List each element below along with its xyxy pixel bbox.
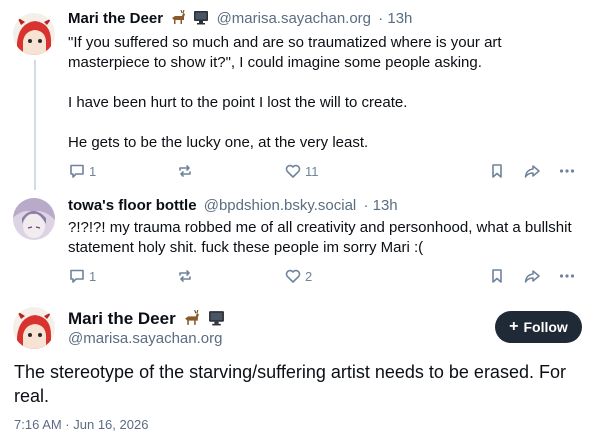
more-options-button[interactable] bbox=[558, 265, 576, 287]
follow-label: Follow bbox=[523, 319, 568, 335]
avatar[interactable] bbox=[13, 198, 55, 240]
main-post-timestamp[interactable]: 7:16 AM · Jun 16, 2026 bbox=[14, 416, 148, 434]
post-paragraph: He gets to be the lucky one, at the very… bbox=[68, 134, 369, 151]
share-icon bbox=[524, 270, 540, 283]
follow-button[interactable]: + Follow bbox=[495, 311, 582, 343]
like-count: 2 bbox=[305, 268, 313, 284]
post-paragraph: ?!?!?! my trauma robbed me of all creati… bbox=[68, 219, 572, 256]
reply-icon bbox=[70, 269, 84, 283]
deer-emoji bbox=[170, 9, 186, 31]
reply-count: 1 bbox=[89, 163, 97, 179]
post-2[interactable]: towa's floor bottle @bpdshion.bsky.socia… bbox=[0, 190, 595, 294]
post-body: "If you suffered so much and are so trau… bbox=[68, 33, 583, 153]
post-time[interactable]: · 13h bbox=[363, 197, 397, 214]
post-paragraph: "If you suffered so much and are so trau… bbox=[68, 34, 502, 71]
like-count: 11 bbox=[305, 163, 319, 179]
reply-button[interactable]: 1 bbox=[68, 160, 96, 182]
heart-icon bbox=[285, 164, 301, 178]
post-actions: 1 11 bbox=[68, 160, 583, 182]
reply-icon bbox=[70, 164, 84, 178]
main-author-name[interactable]: Mari the Deer bbox=[68, 309, 176, 328]
post-actions: 1 2 bbox=[68, 265, 583, 287]
author-handle[interactable]: @bpdshion.bsky.social bbox=[204, 197, 357, 214]
heart-icon bbox=[285, 269, 301, 283]
share-button[interactable] bbox=[523, 265, 541, 287]
reply-count: 1 bbox=[89, 268, 97, 284]
reply-button[interactable]: 1 bbox=[68, 265, 96, 287]
repost-icon bbox=[179, 270, 191, 282]
ellipsis-icon bbox=[559, 274, 575, 278]
main-author-handle[interactable]: @marisa.sayachan.org bbox=[68, 329, 222, 349]
ellipsis-icon bbox=[559, 169, 575, 173]
like-button[interactable]: 2 bbox=[284, 265, 312, 287]
bookmark-button[interactable] bbox=[488, 265, 506, 287]
main-avatar[interactable] bbox=[13, 307, 55, 349]
post-paragraph: I have been hurt to the point I lost the… bbox=[68, 94, 408, 111]
author-name[interactable]: towa's floor bottle bbox=[68, 197, 197, 214]
post-body: ?!?!?! my trauma robbed me of all creati… bbox=[68, 218, 583, 258]
bookmark-icon bbox=[492, 269, 502, 283]
repost-button[interactable] bbox=[176, 265, 194, 287]
author-handle[interactable]: @marisa.sayachan.org bbox=[217, 10, 371, 27]
post-1[interactable]: Mari the Deer @marisa.sayachan.org · 13h… bbox=[0, 0, 595, 190]
author-name[interactable]: Mari the Deer bbox=[68, 10, 163, 27]
bookmark-button[interactable] bbox=[488, 160, 506, 182]
like-button[interactable]: 11 bbox=[284, 160, 319, 182]
thread-line bbox=[34, 60, 36, 190]
main-post-text: The stereotype of the starving/suffering… bbox=[14, 362, 566, 406]
computer-emoji bbox=[193, 10, 209, 31]
repost-button[interactable] bbox=[176, 160, 194, 182]
bookmark-icon bbox=[492, 164, 502, 178]
more-options-button[interactable] bbox=[558, 160, 576, 182]
share-button[interactable] bbox=[523, 160, 541, 182]
share-icon bbox=[524, 165, 540, 178]
post-time[interactable]: · 13h bbox=[378, 10, 412, 27]
plus-icon: + bbox=[509, 318, 519, 335]
repost-icon bbox=[179, 165, 191, 177]
avatar[interactable] bbox=[13, 13, 55, 55]
